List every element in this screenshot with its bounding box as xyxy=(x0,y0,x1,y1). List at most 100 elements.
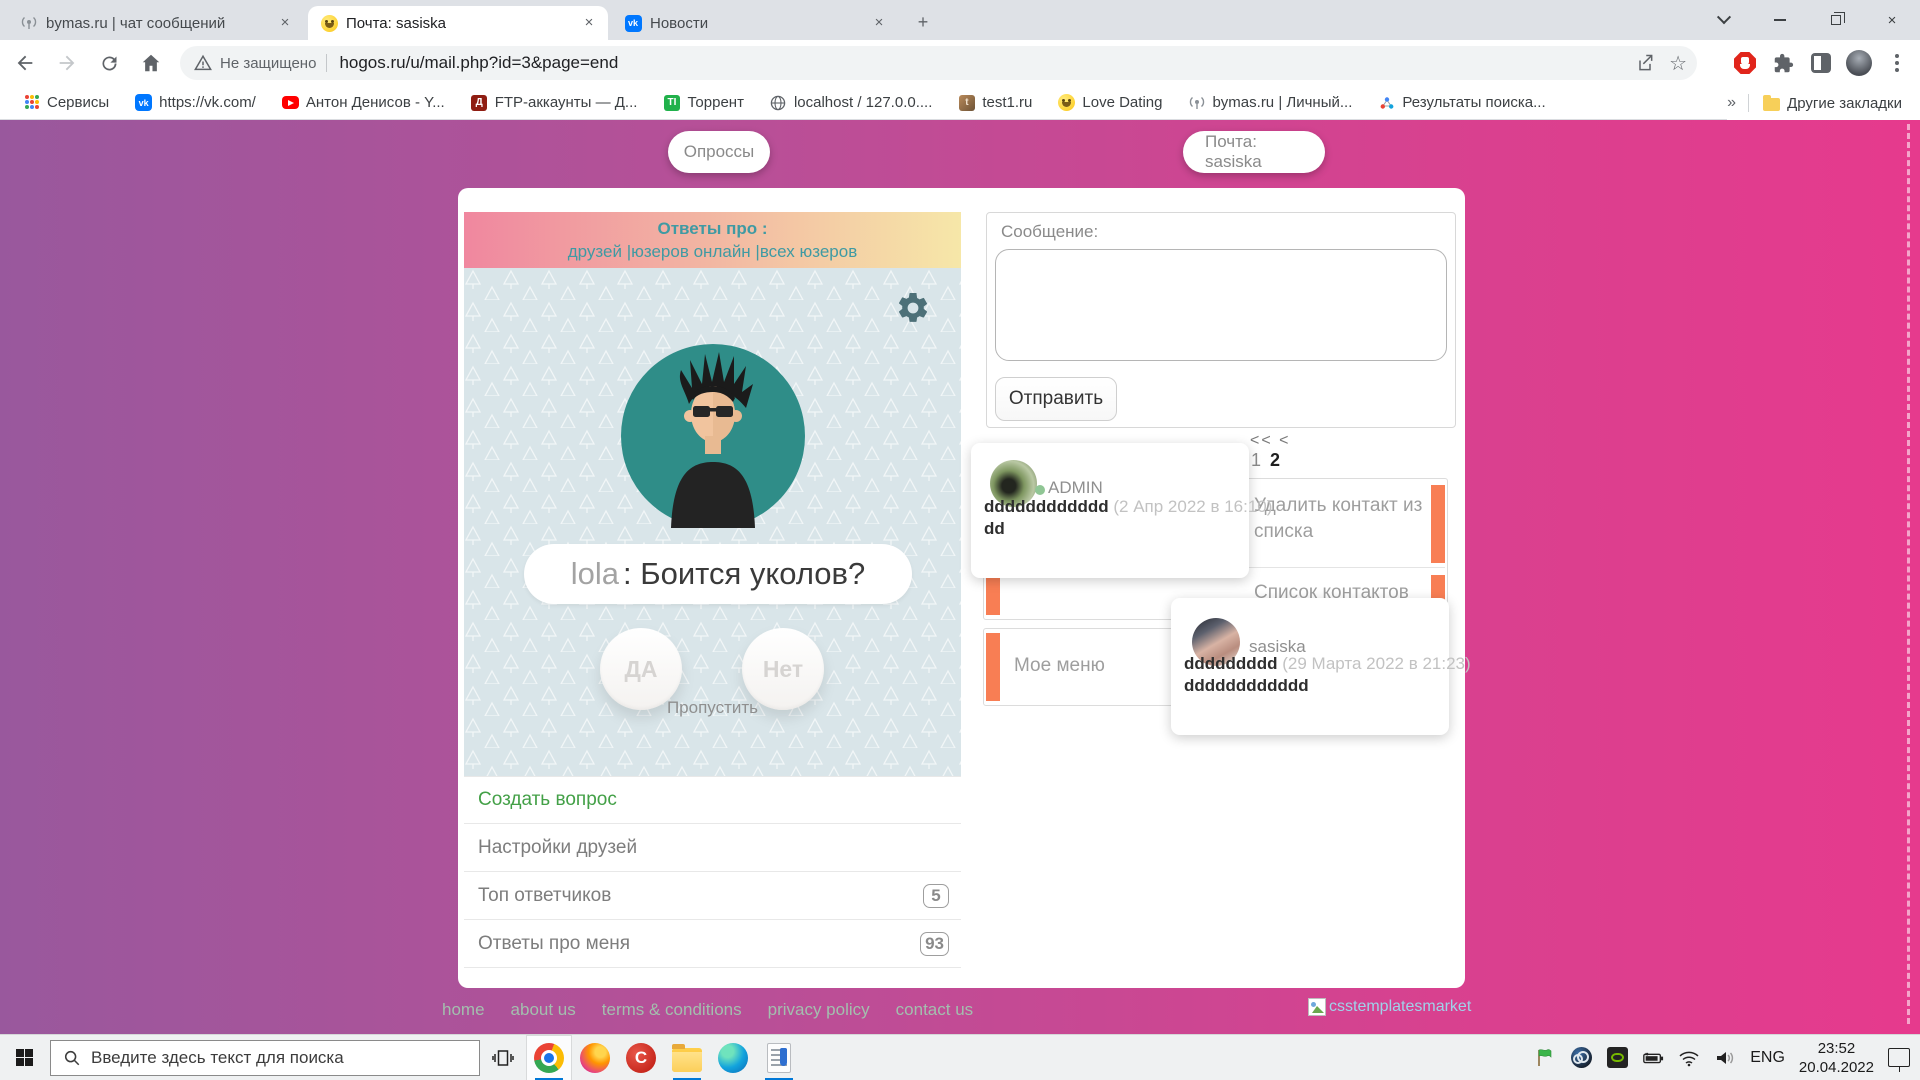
share-icon[interactable] xyxy=(1635,53,1655,73)
tab-title: bymas.ru | чат сообщений xyxy=(46,15,268,32)
tab-close-icon[interactable]: × xyxy=(276,14,294,32)
antenna-icon xyxy=(1188,94,1205,111)
nav-pill-polls[interactable]: Опроссы xyxy=(668,131,770,173)
file-explorer-icon xyxy=(672,1048,702,1072)
send-button[interactable]: Отправить xyxy=(995,377,1117,421)
start-button[interactable] xyxy=(0,1035,48,1080)
taskbar-clock[interactable]: 23:52 20.04.2022 xyxy=(1799,1039,1874,1077)
message-author[interactable]: ADMIN xyxy=(1048,478,1103,498)
taskbar-ccleaner-button[interactable]: C xyxy=(618,1035,664,1080)
orange-bar xyxy=(986,575,1000,615)
notepad-icon xyxy=(767,1043,791,1073)
chrome-icon xyxy=(534,1043,564,1073)
tab-close-icon[interactable]: × xyxy=(870,14,888,32)
address-bar[interactable]: Не защищено hogos.ru/u/mail.php?id=3&pag… xyxy=(180,46,1697,80)
taskbar-search[interactable] xyxy=(50,1040,480,1076)
footer-link-privacy[interactable]: privacy policy xyxy=(768,1000,870,1020)
volume-tray-icon[interactable] xyxy=(1714,1047,1736,1069)
broken-image-icon xyxy=(1308,998,1326,1016)
message-text2: dd xyxy=(984,519,1239,539)
clock-time: 23:52 xyxy=(1818,1040,1856,1057)
bookmark-ftp[interactable]: Д FTP-аккаунты — Д... xyxy=(462,91,647,114)
wifi-tray-icon[interactable] xyxy=(1678,1047,1700,1069)
action-center-icon[interactable] xyxy=(1888,1048,1910,1067)
main-card: Ответы про : друзей |юзеров онлайн |всех… xyxy=(458,188,1465,988)
forward-icon[interactable] xyxy=(50,46,84,80)
flag-tray-icon[interactable] xyxy=(1534,1047,1556,1069)
chrome-menu-icon[interactable] xyxy=(1882,48,1912,78)
poll-header: Ответы про : друзей |юзеров онлайн |всех… xyxy=(464,212,961,268)
bookmark-search-results[interactable]: Результаты поиска... xyxy=(1369,91,1554,114)
ftp-site-icon: Д xyxy=(471,94,488,111)
bookmark-bymas[interactable]: bymas.ru | Личный... xyxy=(1179,91,1361,114)
tab-search-chevron-icon[interactable] xyxy=(1696,0,1752,40)
bookmark-torrent[interactable]: TI Торрент xyxy=(654,91,753,114)
message-text2: dddddddddddd xyxy=(1184,676,1439,696)
nvidia-tray-icon[interactable] xyxy=(1606,1047,1628,1069)
url-text[interactable]: hogos.ru/u/mail.php?id=3&page=end xyxy=(339,53,618,73)
taskbar-edge-button[interactable] xyxy=(710,1035,756,1080)
menu-item-answers-about-me[interactable]: Ответы про меня 93 xyxy=(464,920,961,968)
bookmark-services[interactable]: Сервисы xyxy=(14,91,118,114)
skip-link[interactable]: Пропустить xyxy=(464,698,961,718)
taskbar-search-input[interactable] xyxy=(91,1048,451,1068)
profile-avatar[interactable] xyxy=(1844,48,1874,78)
footer-link-home[interactable]: home xyxy=(442,1000,485,1020)
extensions-puzzle-icon[interactable] xyxy=(1768,48,1798,78)
steam-tray-icon[interactable] xyxy=(1570,1047,1592,1069)
bookmark-localhost[interactable]: localhost / 127.0.0.... xyxy=(761,91,941,114)
bookmark-youtube[interactable]: Антон Денисов - Y... xyxy=(273,91,454,114)
footer-brand[interactable]: csstemplatesmarket xyxy=(1308,998,1471,1016)
new-tab-button[interactable]: + xyxy=(910,10,936,36)
nav-pill-mail[interactable]: Почта: sasiska xyxy=(1183,131,1325,173)
language-indicator[interactable]: ENG xyxy=(1750,1049,1785,1067)
footer-link-terms[interactable]: terms & conditions xyxy=(602,1000,742,1020)
restore-button[interactable] xyxy=(1808,0,1864,40)
page-scrollbar[interactable] xyxy=(1907,124,1910,1024)
bookmarks-overflow-icon[interactable]: » xyxy=(1727,94,1736,112)
windows-taskbar: C ENG 23:52 20.04.2022 xyxy=(0,1034,1920,1080)
taskbar-firefox-button[interactable] xyxy=(572,1035,618,1080)
youtube-icon xyxy=(282,94,299,111)
security-label[interactable]: Не защищено xyxy=(220,55,316,72)
back-icon[interactable] xyxy=(8,46,42,80)
home-icon[interactable] xyxy=(134,46,168,80)
menu-item-top-responders[interactable]: Топ ответчиков 5 xyxy=(464,872,961,920)
adblock-icon[interactable] xyxy=(1730,48,1760,78)
count-badge: 93 xyxy=(920,932,949,956)
task-view-button[interactable] xyxy=(480,1035,526,1080)
page-number-2-current[interactable]: 2 xyxy=(1270,450,1280,471)
footer-link-about[interactable]: about us xyxy=(511,1000,576,1020)
gear-icon[interactable] xyxy=(895,290,931,326)
footer-link-contact[interactable]: contact us xyxy=(896,1000,974,1020)
other-bookmarks-folder[interactable]: Другие закладки xyxy=(1761,92,1904,115)
question-username[interactable]: lola xyxy=(571,556,619,592)
taskbar-explorer-button[interactable] xyxy=(664,1035,710,1080)
tab-close-icon[interactable]: × xyxy=(580,14,598,32)
bookmark-love-dating[interactable]: Love Dating xyxy=(1049,91,1171,114)
battery-tray-icon[interactable] xyxy=(1642,1047,1664,1069)
refresh-icon[interactable] xyxy=(92,46,126,80)
close-button[interactable]: × xyxy=(1864,0,1920,40)
taskbar-chrome-button[interactable] xyxy=(526,1035,572,1080)
page-number-1[interactable]: 1 xyxy=(1251,450,1261,471)
tab-bymas[interactable]: bymas.ru | чат сообщений × xyxy=(8,6,304,40)
bookmark-test1[interactable]: t test1.ru xyxy=(949,91,1041,114)
windows-logo-icon xyxy=(16,1049,33,1066)
test1-site-icon: t xyxy=(958,94,975,111)
message-card-admin: ADMIN dddddddddddd (2 Апр 2022 в 16:10) … xyxy=(971,443,1249,578)
poll-header-filters[interactable]: друзей |юзеров онлайн |всех юзеров xyxy=(568,242,857,261)
tab-mail-active[interactable]: Почта: sasiska × xyxy=(308,6,608,40)
pager-prev-arrows[interactable]: << < xyxy=(1250,432,1290,450)
search-icon xyxy=(63,1049,81,1067)
message-textarea[interactable] xyxy=(995,249,1447,361)
taskbar-notepad-button[interactable] xyxy=(756,1035,802,1080)
bookmark-vk[interactable]: vk https://vk.com/ xyxy=(126,91,265,114)
tab-news[interactable]: vk Новости × xyxy=(612,6,898,40)
menu-item-friend-settings[interactable]: Настройки друзей xyxy=(464,824,961,872)
minimize-button[interactable] xyxy=(1752,0,1808,40)
menu-item-create-question[interactable]: Создать вопрос xyxy=(464,776,961,824)
firefox-icon xyxy=(580,1043,610,1073)
bookmark-star-icon[interactable]: ☆ xyxy=(1669,51,1687,76)
sidebar-extension-icon[interactable] xyxy=(1806,48,1836,78)
